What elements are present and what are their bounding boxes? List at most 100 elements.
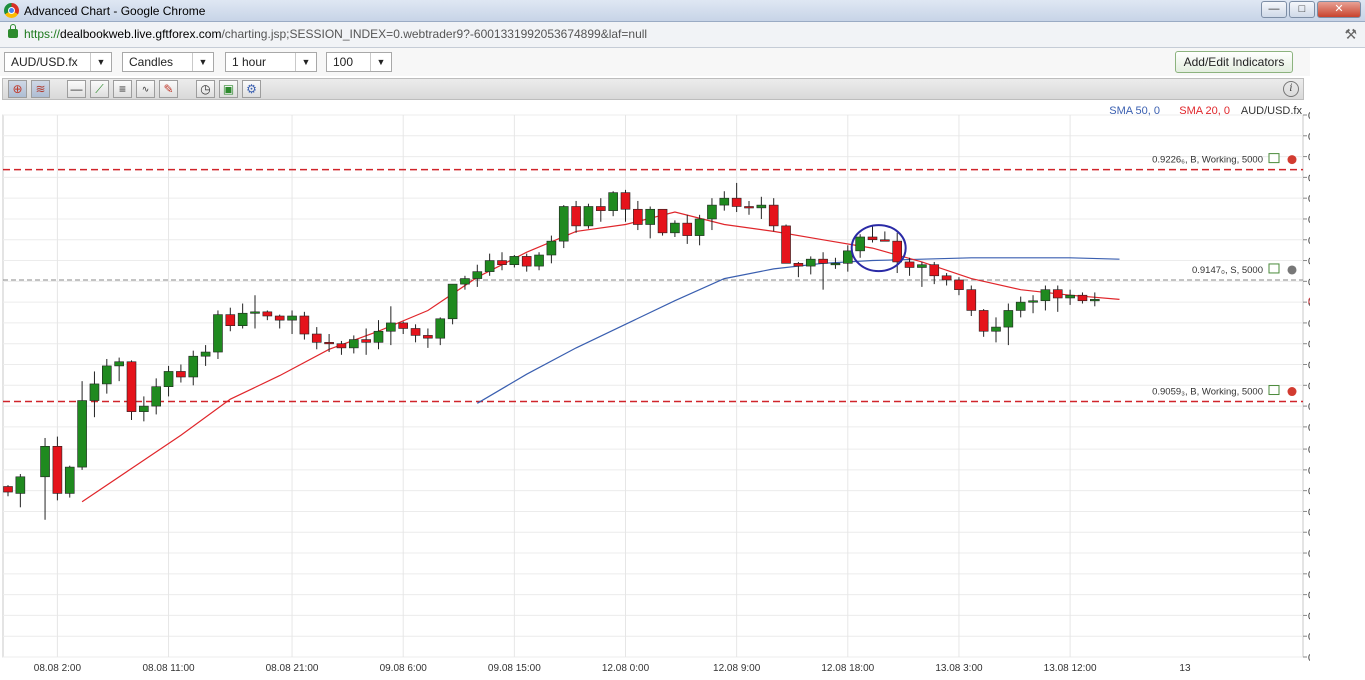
- candle-body: [904, 261, 915, 268]
- candle-body: [262, 311, 273, 317]
- legend-symbol: AUD/USD.fx: [1241, 105, 1303, 117]
- candle-body: [423, 335, 433, 339]
- maximize-button[interactable]: □: [1289, 1, 1315, 18]
- candle-body: [373, 330, 384, 343]
- minimize-button[interactable]: —: [1261, 1, 1287, 18]
- candle-body: [274, 315, 285, 321]
- price-chart[interactable]: 0.9266₀0.9251₀0.9236₀0.9221₀0.9206₀0.919…: [0, 100, 1343, 677]
- candle-body: [719, 197, 730, 206]
- url-scheme: https://: [24, 27, 61, 41]
- candle-body: [682, 222, 693, 236]
- chevron-down-icon: ▼: [192, 53, 213, 71]
- order-label: 0.9226₆, B, Working, 5000: [1152, 155, 1263, 166]
- candle-body: [620, 192, 631, 210]
- candle-body: [1003, 310, 1014, 328]
- x-tick-label: 12.08 0:00: [602, 663, 650, 674]
- candle-body: [707, 204, 717, 220]
- chrome-logo-icon: [4, 3, 19, 18]
- candle-body: [781, 225, 791, 264]
- window-controls: — □ ✕: [1259, 1, 1361, 18]
- cancel-order-icon: [1287, 387, 1297, 397]
- candle-body: [64, 466, 75, 494]
- chevron-down-icon: ▼: [90, 53, 111, 71]
- candle-body: [1052, 289, 1063, 299]
- candle-body: [855, 236, 865, 252]
- symbol-value: AUD/USD.fx: [11, 55, 78, 69]
- info-icon[interactable]: i: [1283, 81, 1299, 97]
- candle-body: [1065, 294, 1075, 299]
- edit-order-icon: [1268, 263, 1280, 274]
- candle-body: [200, 351, 211, 357]
- url-host: dealbookweb.live.gftforex.com: [60, 27, 222, 41]
- x-tick-label: 08.08 11:00: [143, 663, 196, 674]
- candle-body: [1077, 294, 1088, 302]
- candle-body: [966, 289, 977, 311]
- candle-body: [398, 322, 409, 329]
- candle-body: [472, 271, 483, 279]
- screenshot-icon[interactable]: ▣: [219, 80, 238, 98]
- x-tick-label: 13.08 12:00: [1044, 663, 1097, 674]
- add-edit-indicators-button[interactable]: Add/Edit Indicators: [1175, 51, 1293, 73]
- horizontal-line-icon[interactable]: —: [67, 80, 86, 98]
- candle-body: [583, 206, 594, 227]
- bars-dropdown[interactable]: 100 ▼: [326, 52, 392, 72]
- candle-body: [435, 318, 446, 339]
- candle-body: [1028, 300, 1038, 303]
- candle-body: [534, 254, 544, 267]
- candle-body: [1090, 299, 1100, 302]
- fibonacci-icon[interactable]: ≡: [113, 80, 132, 98]
- window-titlebar: Advanced Chart - Google Chrome — □ ✕: [0, 0, 1365, 22]
- candle-body: [917, 264, 927, 268]
- candle-body: [558, 206, 569, 242]
- candle-body: [176, 371, 186, 378]
- chevron-down-icon: ▼: [370, 53, 391, 71]
- candle-body: [447, 283, 458, 320]
- chart-type-icon[interactable]: ≋: [31, 80, 50, 98]
- crosshair-icon[interactable]: ⊕: [8, 80, 27, 98]
- chart-controls: AUD/USD.fx ▼ Candles ▼ 1 hour ▼ 100 ▼ Ad…: [0, 48, 1310, 76]
- close-button[interactable]: ✕: [1317, 1, 1361, 18]
- candle-body: [126, 361, 137, 412]
- eraser-icon[interactable]: ✎: [159, 80, 178, 98]
- symbol-dropdown[interactable]: AUD/USD.fx ▼: [4, 52, 112, 72]
- url-path: /charting.jsp;SESSION_INDEX=0.webtrader9…: [221, 27, 648, 41]
- candle-body: [89, 383, 100, 401]
- candle-body: [571, 206, 581, 227]
- candle-body: [509, 256, 520, 266]
- candle-body: [793, 263, 804, 267]
- candle-body: [40, 445, 50, 478]
- candle-body: [929, 264, 940, 277]
- elliott-wave-icon[interactable]: ∿: [136, 80, 155, 98]
- x-tick-label: 09.08 15:00: [488, 663, 541, 674]
- candle-body: [188, 355, 199, 378]
- order-label: 0.9147₀, S, 5000: [1192, 265, 1263, 276]
- candle-body: [139, 405, 149, 412]
- legend-sma50: SMA 50, 0: [1109, 105, 1160, 117]
- candle-body: [77, 400, 87, 468]
- candle-body: [1015, 301, 1026, 311]
- chart-type-dropdown[interactable]: Candles ▼: [122, 52, 214, 72]
- drawing-toolbar: ⊕ ≋ — ⟋ ≡ ∿ ✎ ◷ ▣ ⚙ i: [2, 78, 1304, 100]
- legend-sma20: SMA 20, 0: [1179, 105, 1230, 117]
- clock-icon[interactable]: ◷: [196, 80, 215, 98]
- wrench-icon[interactable]: ⚒: [1344, 26, 1357, 43]
- settings-icon[interactable]: ⚙: [242, 80, 261, 98]
- candle-body: [954, 279, 964, 290]
- candle-body: [991, 326, 1001, 332]
- candle-body: [15, 476, 26, 494]
- candle-body: [645, 208, 656, 225]
- address-bar[interactable]: https://dealbookweb.live.gftforex.com/ch…: [0, 22, 1365, 48]
- interval-dropdown[interactable]: 1 hour ▼: [225, 52, 317, 72]
- candlestick-chart[interactable]: 0.9266₀0.9251₀0.9236₀0.9221₀0.9206₀0.919…: [0, 100, 1343, 677]
- candle-body: [114, 361, 124, 367]
- candle-body: [694, 218, 705, 236]
- candle-body: [1040, 289, 1051, 302]
- candle-body: [521, 256, 532, 267]
- trend-line-icon[interactable]: ⟋: [90, 80, 109, 98]
- url-text[interactable]: https://dealbookweb.live.gftforex.com/ch…: [24, 27, 647, 41]
- x-tick-label: 12.08 9:00: [713, 663, 761, 674]
- x-tick-label: 13.08 3:00: [935, 663, 983, 674]
- candle-body: [386, 322, 396, 332]
- edit-order-icon: [1268, 385, 1280, 396]
- candle-body: [595, 206, 606, 211]
